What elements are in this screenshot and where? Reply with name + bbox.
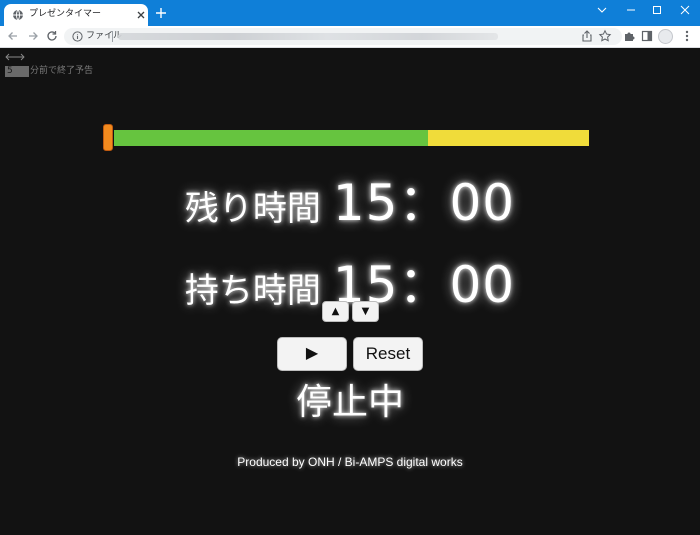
holding-time-label: 持ち時間 — [184, 271, 321, 311]
globe-icon — [13, 9, 23, 21]
browser-window: プレゼンタイマー ファイル 5 分前で終了予告 残り時間 15：00 持ち時間 … — [0, 0, 700, 535]
status-text: 停止中 — [295, 382, 404, 423]
kebab-menu-icon[interactable] — [680, 29, 694, 43]
horizontal-resize-icon[interactable] — [5, 52, 25, 62]
minimize-icon[interactable] — [620, 2, 642, 18]
side-panel-icon[interactable] — [640, 29, 654, 43]
address-scheme-label: ファイル — [86, 31, 123, 41]
remaining-time-label: 残り時間 — [184, 189, 321, 229]
time-up-button[interactable]: ▲ — [322, 301, 349, 322]
play-button[interactable]: ▶ — [277, 337, 347, 371]
chevron-down-icon[interactable] — [591, 2, 613, 18]
warning-minutes-label: 分前で終了予告 — [30, 66, 94, 76]
plus-icon[interactable] — [154, 6, 168, 20]
progress-fill — [114, 130, 428, 146]
remaining-time-row: 残り時間 15：00 — [0, 163, 700, 232]
forward-arrow-icon[interactable] — [26, 29, 40, 43]
time-down-button[interactable]: ▼ — [352, 301, 379, 322]
maximize-icon[interactable] — [646, 2, 668, 18]
puzzle-icon[interactable] — [622, 29, 636, 43]
back-arrow-icon[interactable] — [6, 29, 20, 43]
browser-toolbar: ファイル — [0, 26, 700, 48]
remaining-time-value: 15：00 — [332, 174, 516, 232]
progress-track — [114, 130, 589, 146]
profile-avatar[interactable] — [658, 29, 673, 44]
share-icon[interactable] — [580, 29, 594, 43]
credit-text: Produced by ONH / Bi-AMPS digital works — [237, 455, 463, 469]
star-icon[interactable] — [598, 29, 612, 43]
reset-button[interactable]: Reset — [353, 337, 423, 371]
browser-tab[interactable]: プレゼンタイマー — [4, 4, 148, 26]
tab-title: プレゼンタイマー — [29, 9, 102, 19]
close-icon[interactable] — [135, 9, 147, 21]
info-icon[interactable] — [72, 31, 83, 42]
reload-icon[interactable] — [45, 29, 59, 43]
window-close-icon[interactable] — [674, 2, 696, 18]
address-bar[interactable]: ファイル — [64, 28, 622, 45]
timer-page: 分前で終了予告 残り時間15：00 持ち時間15：00 ▲ ▼ ▶ Reset … — [0, 48, 700, 535]
progress-handle[interactable] — [103, 124, 113, 151]
warning-minutes-input[interactable] — [5, 66, 29, 77]
address-separator — [112, 31, 113, 42]
address-url-redacted — [118, 33, 498, 40]
tab-strip: プレゼンタイマー — [0, 0, 700, 26]
holding-time-row: 持ち時間 15：00 — [0, 245, 700, 314]
